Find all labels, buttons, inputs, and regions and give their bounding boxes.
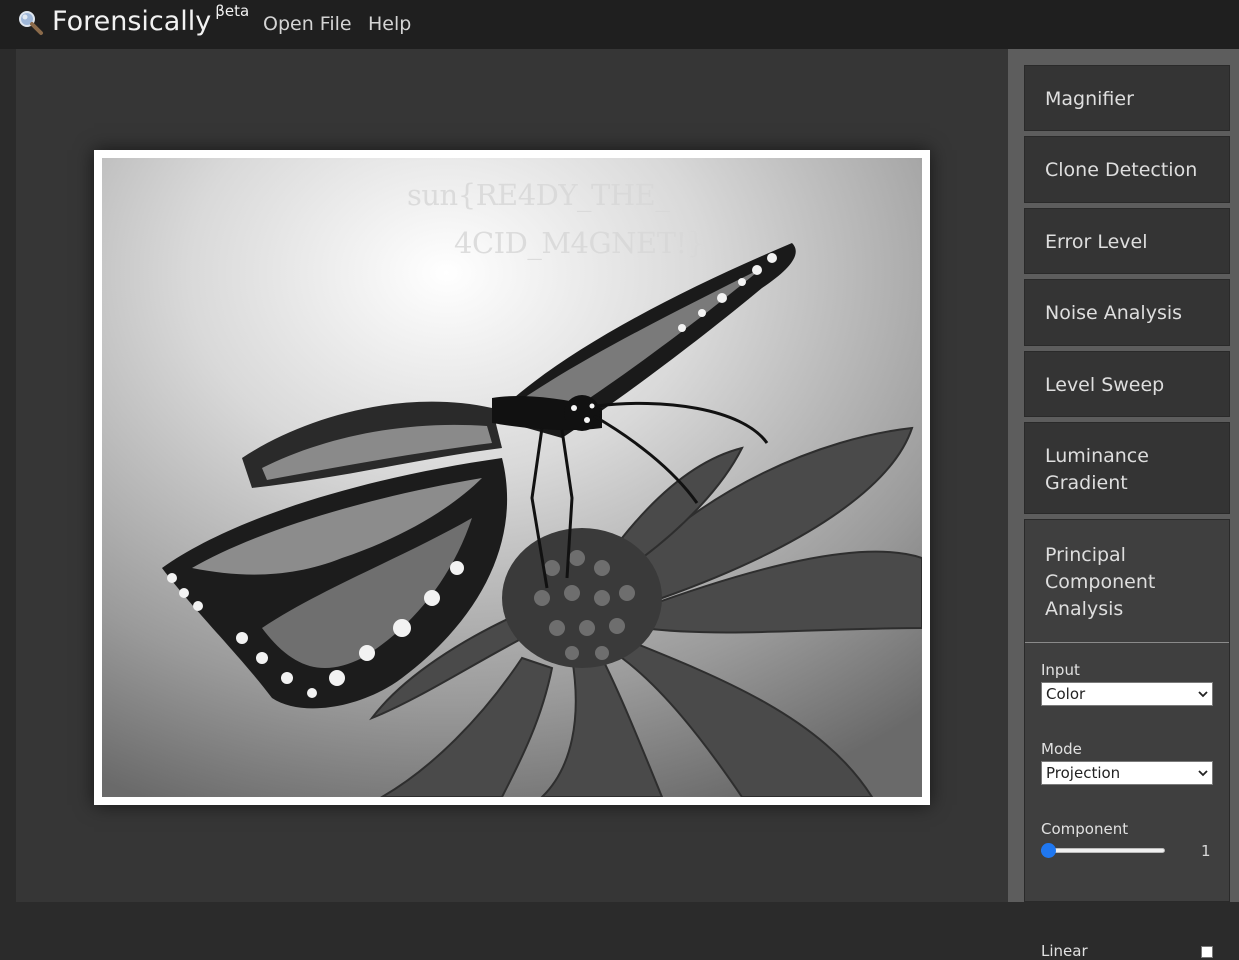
tool-label-line1: Principal (1045, 544, 1126, 566)
linear-label: Linear (1041, 942, 1088, 960)
slider-thumb[interactable] (1041, 843, 1056, 858)
tool-label-line1: Luminance (1045, 445, 1149, 467)
mode-select[interactable]: Projection (1041, 761, 1213, 785)
tool-principal-component-analysis[interactable]: Principal Component Analysis Input Color… (1024, 519, 1230, 960)
tool-noise-analysis[interactable]: Noise Analysis (1024, 279, 1230, 346)
divider (1025, 642, 1229, 643)
slider-track (1041, 848, 1165, 853)
linear-checkbox[interactable] (1201, 946, 1213, 958)
tool-label: Noise Analysis (1045, 302, 1183, 324)
tool-level-sweep[interactable]: Level Sweep (1024, 351, 1230, 417)
tool-label-line3: Analysis (1045, 598, 1124, 620)
analyzed-image[interactable]: sun{RE4DY_THE_ 4CID_M4GNET!} (102, 158, 922, 797)
image-workspace[interactable]: sun{RE4DY_THE_ 4CID_M4GNET!} (16, 49, 1008, 902)
chevron-down-icon (1198, 770, 1208, 777)
tool-label: Magnifier (1045, 88, 1134, 110)
tool-luminance-gradient[interactable]: Luminance Gradient (1024, 422, 1230, 514)
input-select-value: Color (1046, 685, 1086, 703)
tool-magnifier[interactable]: Magnifier (1024, 65, 1230, 131)
tool-error-level-analysis[interactable]: Error Level Analysis (1024, 208, 1230, 319)
overlay-text-line1: sun{RE4DY_THE_ (407, 178, 670, 212)
app-name: Forensically (52, 6, 212, 37)
mode-select-value: Projection (1046, 764, 1121, 782)
tool-label: Level Sweep (1045, 374, 1165, 396)
tool-title: Principal Component Analysis (1045, 542, 1225, 623)
beta-badge: βeta (215, 2, 250, 20)
app-title: Forensically βeta (52, 2, 249, 37)
tool-label-line2: Component (1045, 571, 1156, 593)
input-label: Input (1041, 661, 1080, 679)
tools-sidebar: Magnifier Clone Detection Error Level An… (1008, 49, 1239, 960)
help-menu[interactable]: Help (368, 13, 411, 35)
component-label: Component (1041, 820, 1129, 838)
chevron-down-icon (1198, 691, 1208, 698)
open-file-menu[interactable]: Open File (263, 13, 352, 35)
tool-label-line2: Gradient (1045, 472, 1128, 494)
component-slider[interactable] (1041, 842, 1165, 858)
tool-label: Clone Detection (1045, 159, 1198, 181)
mode-label: Mode (1041, 740, 1082, 758)
tool-clone-detection[interactable]: Clone Detection (1024, 136, 1230, 203)
top-bar: Forensically βeta Open File Help (0, 0, 1239, 49)
input-select[interactable]: Color (1041, 682, 1213, 706)
component-value: 1 (1201, 842, 1211, 860)
overlay-text-line2: 4CID_M4GNET!} (454, 226, 705, 260)
image-frame: sun{RE4DY_THE_ 4CID_M4GNET!} (94, 150, 930, 805)
magnifier-icon (19, 11, 43, 35)
